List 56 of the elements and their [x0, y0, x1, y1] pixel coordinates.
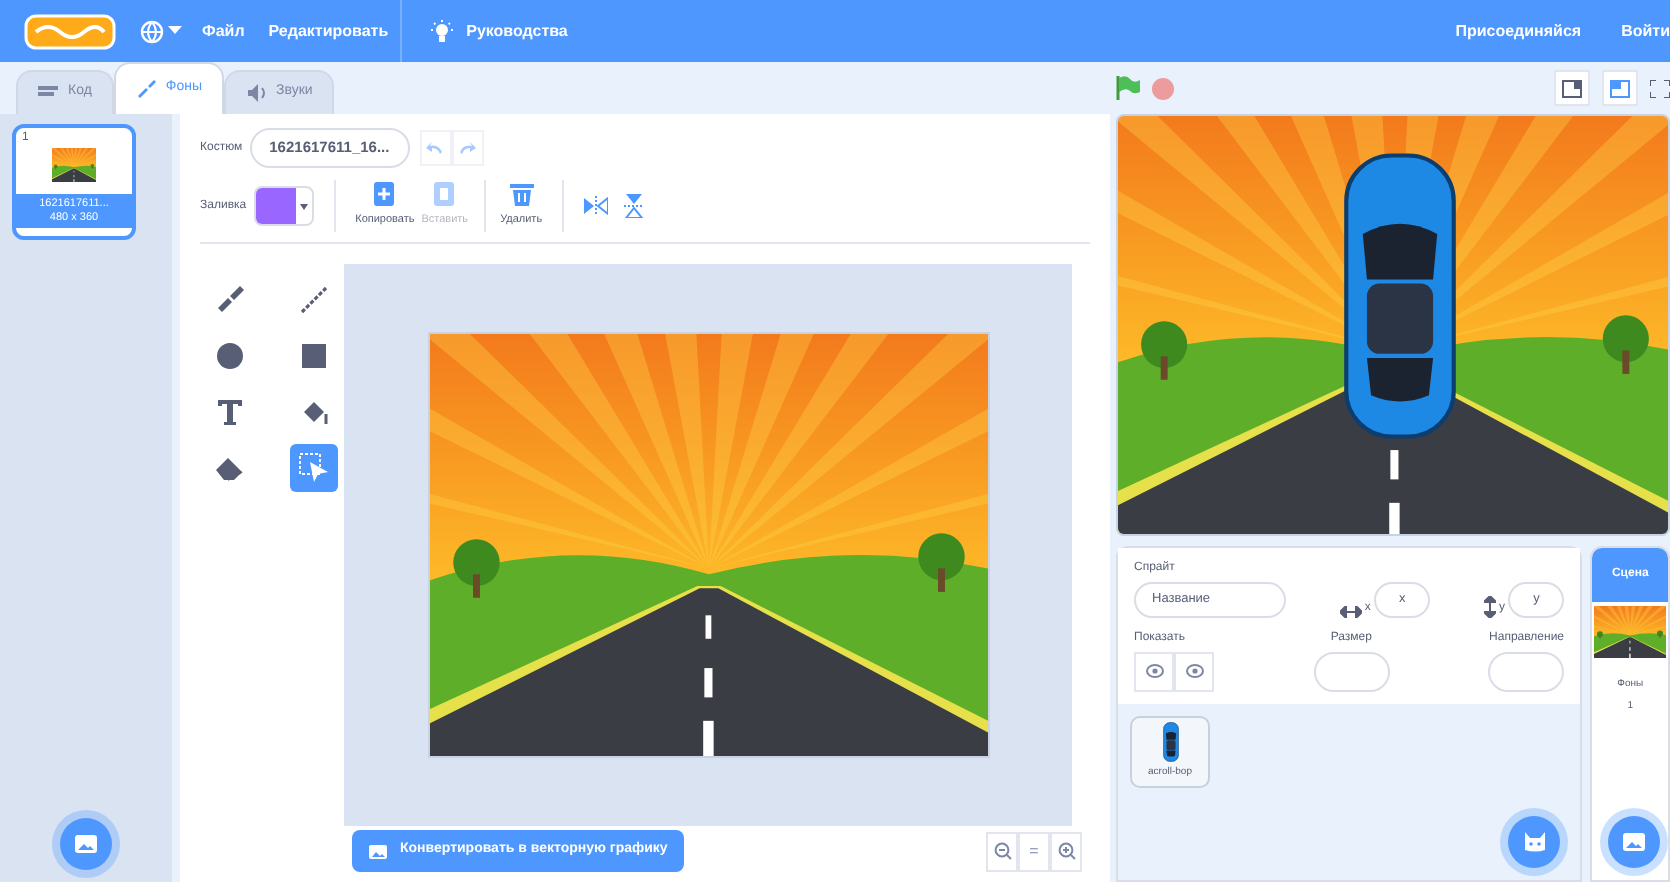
car-sprite-drawing	[1161, 721, 1179, 762]
speaker-icon	[246, 82, 269, 104]
menu-item[interactable]: Присоединяйся	[1443, 19, 1610, 43]
line-icon	[296, 282, 332, 318]
eye-icon	[1145, 664, 1163, 678]
direction-field[interactable]	[1488, 651, 1565, 691]
menu-item[interactable]: Руководства	[454, 19, 580, 43]
globe-icon[interactable]	[140, 19, 164, 43]
add-sprite-button[interactable]	[1508, 816, 1561, 868]
zoom-out-icon	[993, 842, 1011, 860]
lightbulb-icon	[430, 19, 455, 43]
zoom-out-button[interactable]	[986, 831, 1018, 871]
copy-icon	[370, 180, 399, 208]
scratch-logo-icon	[24, 13, 116, 49]
size-field[interactable]	[1313, 651, 1390, 691]
caret-icon[interactable]	[168, 26, 182, 36]
picture-icon	[368, 843, 388, 859]
add-backdrop-button[interactable]	[1608, 816, 1661, 868]
trash-icon	[507, 180, 536, 208]
horizontal-arrows-icon	[1339, 605, 1362, 618]
brush-icon	[135, 78, 158, 100]
paste-icon	[430, 180, 459, 208]
menu-item[interactable]: Редактировать	[256, 19, 401, 43]
road-sunset-drawing	[52, 148, 96, 182]
road-sunset-drawing[interactable]	[1594, 606, 1667, 658]
fullscreen-icon	[1650, 79, 1670, 97]
circle-icon	[212, 338, 248, 374]
picture-icon	[1622, 832, 1647, 852]
select-tool[interactable]	[290, 444, 338, 492]
small-stage-button[interactable]	[1554, 70, 1590, 106]
add-backdrop-button[interactable]	[60, 818, 112, 870]
flag-icon[interactable]	[1116, 76, 1140, 100]
large-stage-icon	[1610, 79, 1630, 97]
small-stage-icon	[1562, 79, 1582, 97]
stop-icon[interactable]	[1152, 77, 1174, 99]
vertical-arrows-icon	[1483, 595, 1496, 618]
text-icon	[212, 394, 248, 430]
flip-vertical-icon[interactable]	[622, 194, 647, 218]
zoom-in-icon	[1057, 842, 1075, 860]
fill-color-picker[interactable]	[253, 186, 314, 226]
flip-horizontal-icon[interactable]	[584, 194, 609, 218]
zoom-reset-button[interactable]: =	[1018, 831, 1050, 871]
undo-icon	[426, 142, 445, 154]
zoom-in-button[interactable]	[1050, 831, 1082, 871]
caret-icon	[299, 203, 308, 209]
large-stage-button[interactable]	[1602, 70, 1638, 106]
cat-face-icon	[1523, 832, 1546, 852]
rectangle-icon	[296, 338, 332, 374]
hide-sprite-button[interactable]	[1174, 651, 1214, 691]
select-icon	[296, 450, 332, 486]
redo-icon	[458, 142, 477, 154]
picture-icon	[74, 834, 98, 854]
eye-icon	[1185, 664, 1203, 678]
show-sprite-button[interactable]	[1134, 651, 1174, 691]
menu-item[interactable]: Файл	[190, 19, 257, 43]
menu-item[interactable]: Войти	[1609, 19, 1670, 43]
